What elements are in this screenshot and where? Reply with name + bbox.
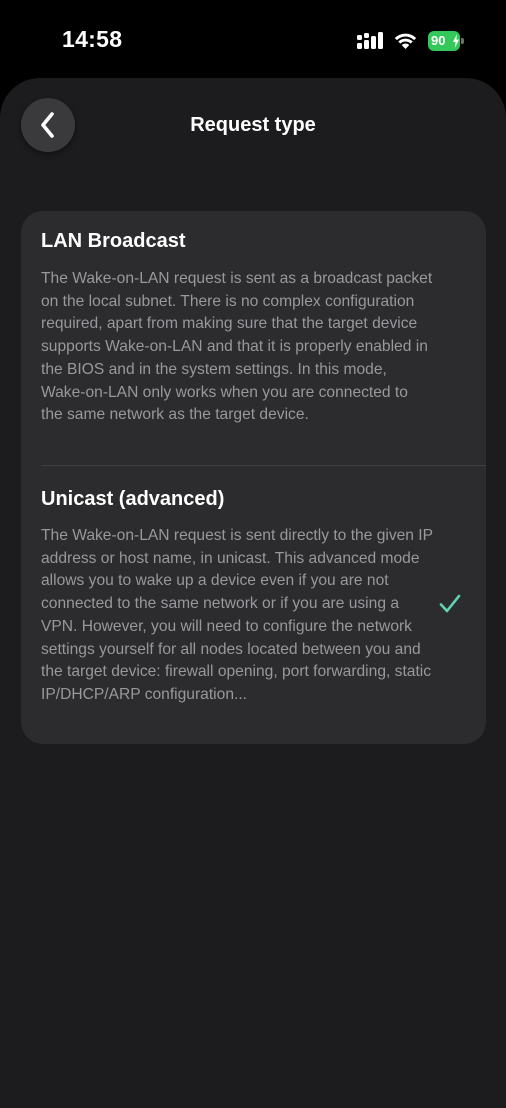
option-description: The Wake-on-LAN request is sent as a bro… [41, 270, 433, 424]
request-type-list: LAN Broadcast The Wake-on-LAN request is… [21, 211, 486, 744]
checkmark-icon [439, 594, 461, 613]
option-lan-broadcast[interactable]: LAN Broadcast The Wake-on-LAN request is… [21, 211, 486, 465]
sheet: Request type LAN Broadcast The Wake-on-L… [0, 78, 506, 1108]
option-title: LAN Broadcast [41, 230, 186, 252]
option-title: Unicast (advanced) [41, 488, 225, 510]
option-unicast[interactable]: Unicast (advanced) The Wake-on-LAN reque… [21, 467, 486, 744]
page-title: Request type [190, 114, 316, 136]
status-bar: 14:58 90 [0, 0, 506, 80]
status-time: 14:58 [62, 26, 123, 52]
wifi-icon [394, 33, 417, 49]
battery-icon: 90 [428, 31, 464, 51]
option-description: The Wake-on-LAN request is sent directly… [41, 527, 433, 703]
charging-bolt-icon [453, 34, 459, 48]
signal-icon [357, 32, 383, 49]
battery-cap [461, 38, 464, 44]
divider [41, 465, 486, 466]
